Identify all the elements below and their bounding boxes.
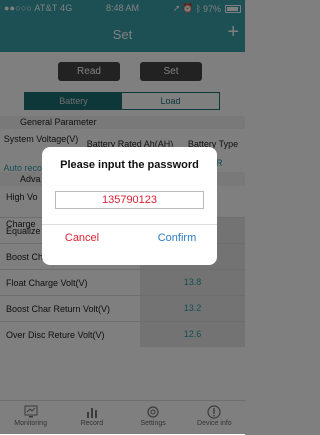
password-input[interactable]: 135790123 xyxy=(55,191,204,209)
password-dialog: Please input the password 135790123 Canc… xyxy=(42,147,217,265)
confirm-button[interactable]: Confirm xyxy=(137,232,217,244)
dialog-title: Please input the password xyxy=(60,159,199,171)
dialog-divider xyxy=(42,224,217,225)
cancel-button[interactable]: Cancel xyxy=(42,232,122,244)
